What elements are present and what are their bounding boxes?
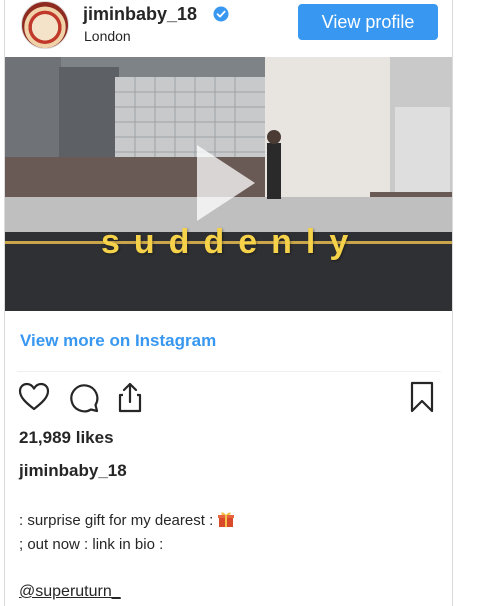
caption-line-1: : surprise gift for my dearest :	[19, 512, 214, 529]
play-icon[interactable]	[193, 141, 259, 225]
video-overlay-text: suddenly	[101, 223, 363, 261]
view-more-link[interactable]: View more on Instagram	[20, 331, 216, 351]
caption-author[interactable]: jiminbaby_18	[19, 461, 127, 481]
post-video[interactable]: suddenly	[5, 57, 452, 311]
caption-line-2: ; out now : link in bio :	[19, 536, 164, 553]
comment-icon[interactable]	[67, 380, 101, 414]
gift-emoji	[218, 512, 235, 527]
header-username[interactable]: jiminbaby_18	[83, 4, 197, 25]
post-caption: : surprise gift for my dearest : ; out n…	[19, 509, 235, 557]
header-location[interactable]: London	[84, 28, 131, 44]
action-bar	[5, 380, 452, 416]
heart-icon[interactable]	[17, 380, 51, 414]
verified-icon	[213, 6, 229, 22]
likes-count[interactable]: 21,989 likes	[19, 428, 114, 448]
instagram-embed-card: jiminbaby_18 London View profile suddenl…	[4, 0, 453, 606]
bookmark-icon[interactable]	[405, 380, 439, 414]
avatar[interactable]	[21, 1, 69, 49]
mention-link[interactable]: @superuturn_	[19, 583, 121, 601]
divider	[17, 371, 441, 372]
view-profile-button[interactable]: View profile	[298, 4, 438, 40]
share-icon[interactable]	[113, 380, 147, 414]
post-header: jiminbaby_18 London View profile	[5, 0, 452, 56]
